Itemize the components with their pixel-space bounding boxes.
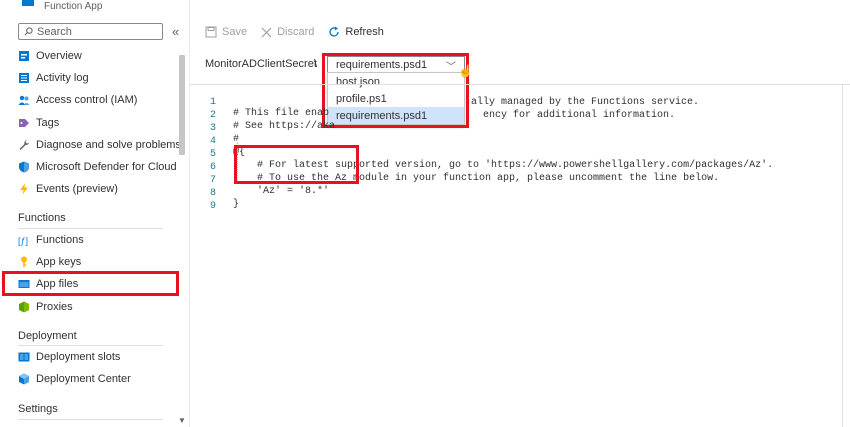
editor-scrollbar[interactable] [842,84,843,427]
sidebar-item-label: Access control (IAM) [36,94,138,106]
sidebar-item-label: Functions [36,234,84,246]
sidebar-item-label: Events (preview) [36,183,118,195]
highlight-box-app-files [2,271,179,296]
sidebar-item-label: Deployment Center [36,373,131,385]
search-box[interactable] [18,23,163,40]
sidebar-item-access-control[interactable]: Access control (IAM) [18,91,137,109]
cube-icon [18,373,30,385]
section-divider [18,228,163,229]
app-header: Function App [0,0,190,18]
sidebar-item-diagnose[interactable]: Diagnose and solve problems [18,136,181,154]
highlight-box-code [234,145,359,184]
code-line-tail: ally managed by the Functions service. [200,86,699,108]
sidebar-item-label: Activity log [36,72,89,84]
wrench-icon [18,139,30,151]
discard-label: Discard [277,26,315,38]
refresh-button[interactable]: Refresh [328,26,384,38]
search-input[interactable] [37,25,157,38]
sidebar-item-label: Microsoft Defender for Cloud [36,161,177,173]
scrollbar-thumb[interactable] [179,55,185,155]
line-text: } [233,199,240,210]
highlight-box-file-selector [322,53,469,128]
line-text: # [233,134,240,145]
code-line: 6 # To use the Az module in your functio… [200,151,719,184]
section-divider [18,345,163,346]
proxy-icon [18,301,30,313]
sidebar-item-deployment-center[interactable]: Deployment Center [18,370,131,388]
line-text: # See https://aka [233,121,336,132]
path-separator: \ [314,58,318,70]
sidebar-item-label: App keys [36,256,82,268]
slots-icon [18,351,30,363]
code-line: 5 # For latest supported version, go to … [200,138,773,171]
line-number: 9 [209,201,216,212]
code-line: 8 } [200,177,239,210]
sidebar-scrollbar[interactable]: ▼ [178,45,186,427]
discard-button[interactable]: Discard [261,26,314,38]
sidebar-item-label: Tags [36,117,60,129]
section-title-functions: Functions [18,212,66,224]
line-text-tail: ency for additional information. [483,110,676,121]
save-label: Save [222,26,248,38]
code-line: 4 @{ [200,125,245,158]
sidebar-item-overview[interactable]: Overview [18,47,82,65]
sidebar-item-deployment-slots[interactable]: Deployment slots [18,348,120,366]
search-icon [24,27,33,36]
overview-icon [18,50,30,62]
save-icon [205,26,217,38]
sidebar-item-events[interactable]: Events (preview) [18,180,118,198]
close-icon [261,27,272,38]
code-line: 3 # [200,112,239,145]
scroll-down-arrow-icon[interactable]: ▼ [178,416,186,425]
editor-top-border [190,84,850,85]
code-line: 9 [200,190,224,212]
sidebar-item-label: Diagnose and solve problems [36,139,181,151]
toolbar: Save Discard Refresh [205,24,398,40]
line-text: # This file enab [233,108,330,119]
shield-icon [18,161,30,173]
line-text: 'Az' = '8.*' [233,186,330,197]
sidebar: Function App « Overview Activity log Acc… [0,0,190,427]
code-line-tail: ency for additional information. [200,99,675,121]
tag-icon [18,117,30,129]
mouse-pointer-icon: ☝ [458,64,473,78]
function-icon: [ƒ] [18,234,30,246]
section-divider [18,419,163,420]
line-text-tail: ally managed by the Functions service. [471,97,700,108]
app-subtitle: Function App [44,1,103,12]
sidebar-item-app-keys[interactable]: App keys [18,253,81,271]
sidebar-item-label: Overview [36,50,82,62]
key-icon [18,256,30,268]
code-line: 7 'Az' = '8.*' [200,164,329,197]
refresh-label: Refresh [345,26,384,38]
sidebar-item-proxies[interactable]: Proxies [18,298,73,316]
sidebar-item-defender[interactable]: Microsoft Defender for Cloud [18,158,177,176]
sidebar-item-tags[interactable]: Tags [18,114,59,132]
people-icon [18,94,30,106]
refresh-icon [328,26,340,38]
sidebar-item-functions[interactable]: [ƒ] Functions [18,231,84,249]
lightning-icon [18,183,30,195]
sidebar-item-label: Deployment slots [36,351,121,363]
section-title-deployment: Deployment [18,330,77,342]
function-name-label: MonitorADClientSecret [205,58,317,70]
collapse-sidebar-button[interactable]: « [172,24,179,39]
function-app-logo-icon [22,0,34,6]
sidebar-item-activity-log[interactable]: Activity log [18,69,89,87]
sidebar-item-label: Proxies [36,301,73,313]
section-title-settings: Settings [18,403,58,415]
save-button[interactable]: Save [205,26,247,38]
activity-log-icon [18,72,30,84]
svg-text:[ƒ]: [ƒ] [18,236,28,246]
